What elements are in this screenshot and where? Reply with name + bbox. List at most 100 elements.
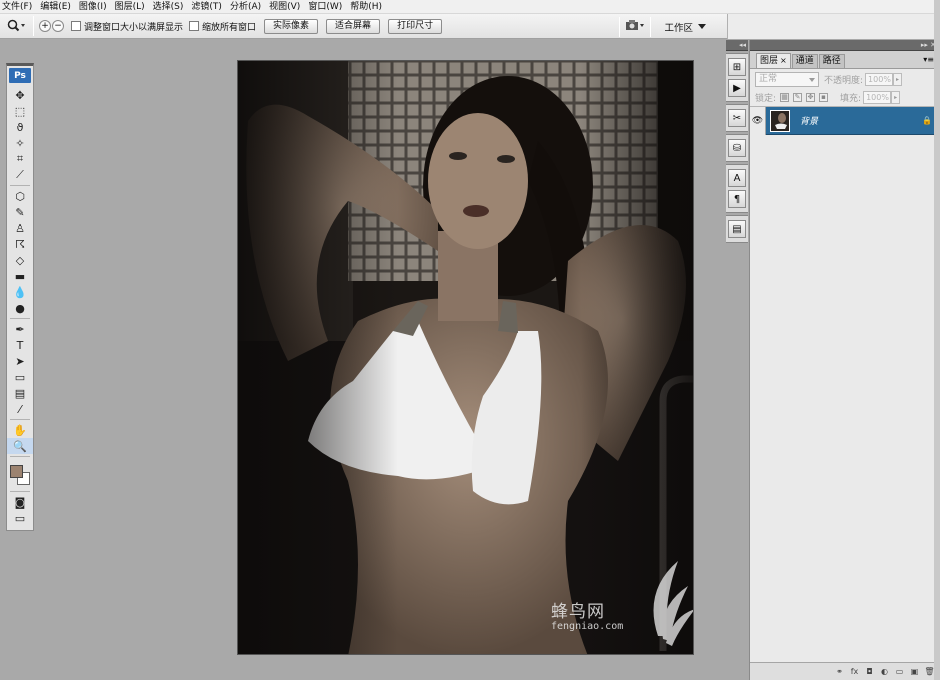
layer-mask-icon[interactable]: ◘: [863, 666, 876, 678]
tab-layers[interactable]: 图层 ×: [756, 53, 791, 68]
clone-source-icon[interactable]: ⛁: [728, 139, 746, 157]
layer-style-icon[interactable]: fx: [848, 666, 861, 678]
blend-mode-select[interactable]: 正常: [755, 71, 819, 87]
lock-image-icon[interactable]: ✎: [793, 93, 803, 102]
color-swatches: [7, 459, 33, 489]
dock-group: ✂: [726, 104, 748, 132]
menu-image[interactable]: 图像(I): [75, 0, 111, 14]
document-canvas[interactable]: 蜂鸟网 fengniao.com: [237, 60, 694, 655]
adjustment-layer-icon[interactable]: ◐: [878, 666, 891, 678]
print-size-button[interactable]: 打印尺寸: [388, 18, 443, 34]
menu-view[interactable]: 视图(V): [265, 0, 304, 14]
opacity-field[interactable]: 100%: [865, 72, 894, 86]
separator: [10, 491, 30, 492]
zoom-tool-icon[interactable]: 🔍: [7, 438, 33, 454]
close-icon[interactable]: ×: [780, 56, 787, 65]
menu-edit[interactable]: 编辑(E): [36, 0, 75, 14]
blur-tool-icon[interactable]: 💧: [7, 284, 33, 300]
hand-tool-icon[interactable]: ✋: [7, 422, 33, 438]
layer-name[interactable]: 背景: [800, 114, 922, 127]
pen-tool-icon[interactable]: ✒: [7, 321, 33, 337]
zoom-all-checkbox[interactable]: 缩放所有窗口: [189, 20, 256, 33]
actions-icon[interactable]: ▶: [728, 79, 746, 97]
tools-preset-icon[interactable]: ✂: [728, 109, 746, 127]
checkbox-box[interactable]: [189, 21, 200, 31]
menu-window[interactable]: 窗口(W): [304, 0, 346, 14]
blend-row: 正常 不透明度: 100% ▸: [750, 69, 940, 89]
workspace-area: 工作区: [614, 14, 706, 39]
menu-filter[interactable]: 滤镜(T): [187, 0, 226, 14]
gradient-tool-icon[interactable]: ▬: [7, 268, 33, 284]
paragraph-icon[interactable]: ¶: [728, 190, 746, 208]
menu-file[interactable]: 文件(F): [0, 0, 36, 14]
magic-wand-tool-icon[interactable]: ✧: [7, 135, 33, 151]
panel-dock-strip: ◂◂ ⊞ ▶ ✂ ⛁ A ¶ ▤: [726, 40, 748, 680]
fill-field[interactable]: 100%: [863, 91, 892, 104]
eraser-tool-icon[interactable]: ◇: [7, 252, 33, 268]
menu-select[interactable]: 选择(S): [149, 0, 188, 14]
eye-icon[interactable]: 👁: [750, 106, 766, 135]
zoom-out-button[interactable]: −: [52, 20, 64, 32]
layer-row[interactable]: 👁 背景 🔒: [750, 106, 940, 135]
ps-logo[interactable]: Ps: [9, 68, 31, 83]
chevron-down-icon: [809, 77, 815, 82]
lock-position-icon[interactable]: ✥: [806, 93, 816, 102]
zoom-all-label: 缩放所有窗口: [202, 22, 257, 33]
new-layer-icon[interactable]: ▣: [908, 666, 921, 678]
zoom-icon[interactable]: [4, 16, 28, 36]
lock-label: 锁定:: [755, 94, 777, 104]
menu-bar: 文件(F) 编辑(E) 图像(I) 图层(L) 选择(S) 滤镜(T) 分析(A…: [0, 0, 940, 14]
quick-mask-icon[interactable]: ◙: [7, 494, 33, 510]
separator: [10, 419, 30, 420]
dock-collapse-handle[interactable]: ◂◂: [726, 40, 748, 51]
move-tool-icon[interactable]: ✥: [7, 87, 33, 103]
actual-pixels-button[interactable]: 实际像素: [264, 18, 319, 34]
lock-all-icon[interactable]: ▪: [819, 93, 829, 102]
workspace-label[interactable]: 工作区: [664, 20, 693, 34]
shape-tool-icon[interactable]: ▭: [7, 369, 33, 385]
panel-menu-icon[interactable]: ▾≡: [923, 55, 934, 64]
lasso-tool-icon[interactable]: ϑ: [7, 119, 33, 135]
menu-analysis[interactable]: 分析(A): [226, 0, 265, 14]
tab-paths[interactable]: 路径: [818, 54, 845, 68]
type-tool-icon[interactable]: T: [7, 337, 33, 353]
zoom-in-button[interactable]: +: [39, 20, 51, 32]
resize-windows-checkbox[interactable]: 调整窗口大小以满屏显示: [71, 20, 183, 33]
character-icon[interactable]: A: [728, 169, 746, 187]
tab-channels[interactable]: 通道: [791, 54, 818, 68]
lock-transparency-icon[interactable]: ▦: [780, 93, 790, 102]
stamp-tool-icon[interactable]: ♙: [7, 220, 33, 236]
fill-stepper[interactable]: ▸: [891, 91, 901, 104]
lock-icon: 🔒: [922, 116, 932, 125]
separator: [33, 16, 34, 36]
marquee-tool-icon[interactable]: ⬚: [7, 103, 33, 119]
layer-comps-icon[interactable]: ▤: [728, 220, 746, 238]
layer-thumbnail[interactable]: [770, 109, 790, 132]
slice-tool-icon[interactable]: ⟋: [7, 167, 33, 183]
options-bar-right-area: [727, 14, 940, 39]
healing-tool-icon[interactable]: ⬡: [7, 188, 33, 204]
opacity-stepper[interactable]: ▸: [893, 72, 903, 86]
navigator-icon[interactable]: ⊞: [728, 58, 746, 76]
menu-help[interactable]: 帮助(H): [346, 0, 386, 14]
link-layers-icon[interactable]: ⚭: [833, 666, 846, 678]
fit-screen-button[interactable]: 适合屏幕: [326, 18, 381, 34]
bridge-icon[interactable]: [625, 19, 645, 34]
new-group-icon[interactable]: ▭: [893, 666, 906, 678]
dock-group: ▤: [726, 215, 748, 243]
window-scrollbar[interactable]: [934, 0, 940, 680]
menu-layer[interactable]: 图层(L): [111, 0, 149, 14]
checkbox-box[interactable]: [71, 21, 81, 31]
history-brush-tool-icon[interactable]: ☈: [7, 236, 33, 252]
notes-tool-icon[interactable]: ▤: [7, 385, 33, 401]
path-selection-tool-icon[interactable]: ➤: [7, 353, 33, 369]
brush-tool-icon[interactable]: ✎: [7, 204, 33, 220]
foreground-color-swatch[interactable]: [10, 465, 23, 478]
panel-collapse-handle[interactable]: ▸▸ ✕: [750, 40, 940, 51]
crop-tool-icon[interactable]: ⌗: [7, 151, 33, 167]
chevron-down-icon[interactable]: [698, 24, 706, 29]
screen-mode-icon[interactable]: ▭: [7, 510, 33, 526]
dodge-tool-icon[interactable]: ●: [7, 300, 33, 316]
eyedropper-tool-icon[interactable]: ⁄: [7, 401, 33, 417]
separator: [619, 16, 621, 37]
